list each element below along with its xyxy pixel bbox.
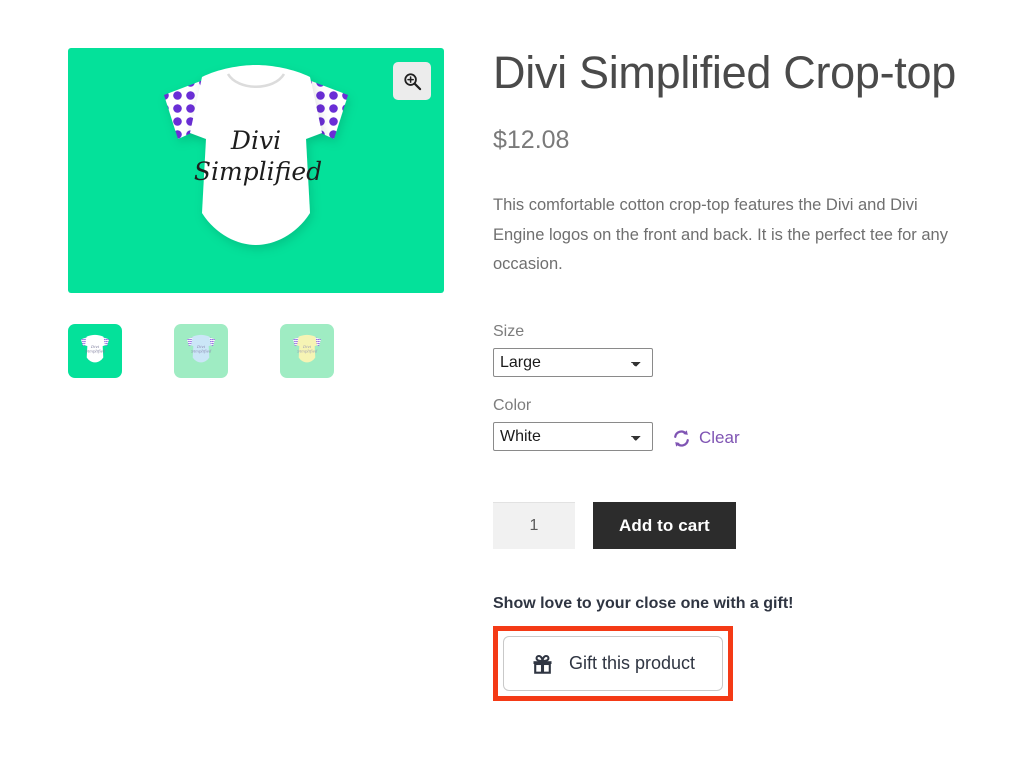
variations-form: Size Large Color White Clear 1 Add to ca… bbox=[493, 323, 963, 550]
gift-tagline: Show love to your close one with a gift! bbox=[493, 595, 794, 613]
svg-text:Divi: Divi bbox=[302, 344, 312, 349]
gift-button-highlight: Gift this product bbox=[493, 626, 734, 702]
product-summary: Divi Simplified Crop-top $12.08 This com… bbox=[493, 47, 963, 702]
product-gallery: Divi Simplified Divi Simplified Divi Sim… bbox=[68, 48, 444, 378]
svg-text:Divi: Divi bbox=[196, 344, 206, 349]
svg-text:Simplified: Simplified bbox=[85, 349, 106, 354]
product-price: $12.08 bbox=[493, 126, 570, 155]
gift-icon bbox=[533, 655, 552, 675]
thumb-shirt-blue-icon: Divi Simplified bbox=[186, 334, 216, 363]
main-product-image[interactable]: Divi Simplified bbox=[68, 48, 444, 293]
svg-text:Simplified: Simplified bbox=[297, 349, 318, 354]
thumb-shirt-white-icon: Divi Simplified bbox=[80, 334, 110, 363]
color-row: White Clear bbox=[493, 422, 963, 452]
color-field: Color White Clear bbox=[493, 397, 963, 452]
clear-variations-link[interactable]: Clear bbox=[672, 428, 740, 451]
shirt-text-line-1: Divi bbox=[230, 126, 281, 155]
crop-top-graphic: Divi Simplified bbox=[164, 65, 348, 245]
product-page: Divi Simplified Divi Simplified Divi Sim… bbox=[0, 0, 1024, 779]
quantity-input[interactable] bbox=[493, 502, 575, 550]
shirt-text-line-2: Simplified bbox=[194, 157, 322, 186]
main-shirt-illustration: Divi Simplified bbox=[68, 48, 444, 293]
add-to-cart-button[interactable]: Add to cart bbox=[593, 502, 736, 550]
magnifier-plus-icon bbox=[403, 72, 421, 90]
color-label: Color bbox=[493, 397, 532, 415]
refresh-icon bbox=[674, 430, 689, 447]
gift-button-label: Gift this product bbox=[569, 653, 696, 674]
page-title: Divi Simplified Crop-top bbox=[493, 47, 956, 98]
gift-this-product-button[interactable]: Gift this product bbox=[503, 636, 724, 692]
size-select[interactable]: Large bbox=[493, 348, 653, 378]
size-field: Size Large bbox=[493, 323, 963, 378]
add-to-cart-row: Add to cart bbox=[493, 502, 963, 550]
thumbnail-blue-crop-top[interactable]: Divi Simplified bbox=[174, 324, 228, 378]
gift-section: Show love to your close one with a gift!… bbox=[493, 595, 963, 702]
thumbnail-strip: Divi Simplified Divi Simplified Divi Sim… bbox=[68, 324, 444, 378]
color-select[interactable]: White bbox=[493, 422, 653, 452]
product-description: This comfortable cotton crop-top feature… bbox=[493, 196, 948, 274]
svg-text:Divi: Divi bbox=[90, 344, 100, 349]
clear-label: Clear bbox=[699, 428, 740, 448]
zoom-image-button[interactable] bbox=[393, 62, 431, 100]
thumbnail-white-crop-top[interactable]: Divi Simplified bbox=[68, 324, 122, 378]
size-label: Size bbox=[493, 323, 525, 341]
svg-text:Simplified: Simplified bbox=[191, 349, 212, 354]
thumbnail-yellow-crop-top[interactable]: Divi Simplified bbox=[280, 324, 334, 378]
thumb-shirt-yellow-icon: Divi Simplified bbox=[292, 334, 322, 363]
